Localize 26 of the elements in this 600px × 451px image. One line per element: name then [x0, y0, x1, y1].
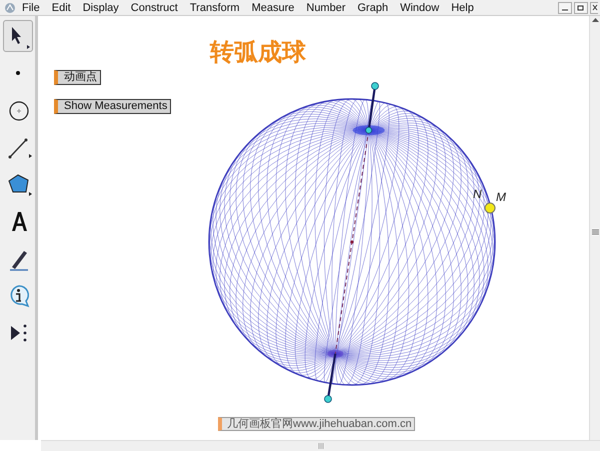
point-label: N	[473, 186, 482, 203]
menu-item[interactable]: Construct	[124, 0, 184, 14]
vertical-scrollbar[interactable]	[589, 16, 600, 440]
menu-item[interactable]: Measure	[246, 0, 300, 14]
menu-item[interactable]: Edit	[46, 0, 77, 14]
restore-icon[interactable]	[574, 2, 588, 14]
menu-item[interactable]: Window	[394, 0, 446, 14]
menu-item[interactable]: Display	[76, 0, 125, 14]
sketch-title: 转弧成球	[210, 37, 306, 68]
menu-item[interactable]: Graph	[352, 0, 394, 14]
show-measurements-button[interactable]: Show Measurements	[54, 99, 172, 114]
point-tool-icon	[14, 70, 20, 76]
point-label: M	[496, 189, 506, 206]
menu-item[interactable]: File	[16, 0, 46, 14]
menu-item[interactable]: Transform	[184, 0, 246, 14]
menu-item[interactable]: Number	[300, 0, 352, 14]
close-icon[interactable]	[590, 2, 598, 14]
menu-item[interactable]: Help	[445, 0, 480, 14]
horizontal-scrollbar[interactable]	[41, 440, 600, 451]
minimize-icon[interactable]	[558, 2, 572, 14]
sketch-point[interactable]	[484, 202, 496, 214]
scroll-grip-icon	[316, 442, 324, 450]
animate-button[interactable]: 动画点	[54, 70, 101, 85]
caption-text: 几何画板官网www.jihehuaban.com.cn	[218, 417, 415, 431]
scroll-grip-icon	[590, 228, 600, 236]
arrow-tool-button[interactable]	[2, 20, 32, 52]
